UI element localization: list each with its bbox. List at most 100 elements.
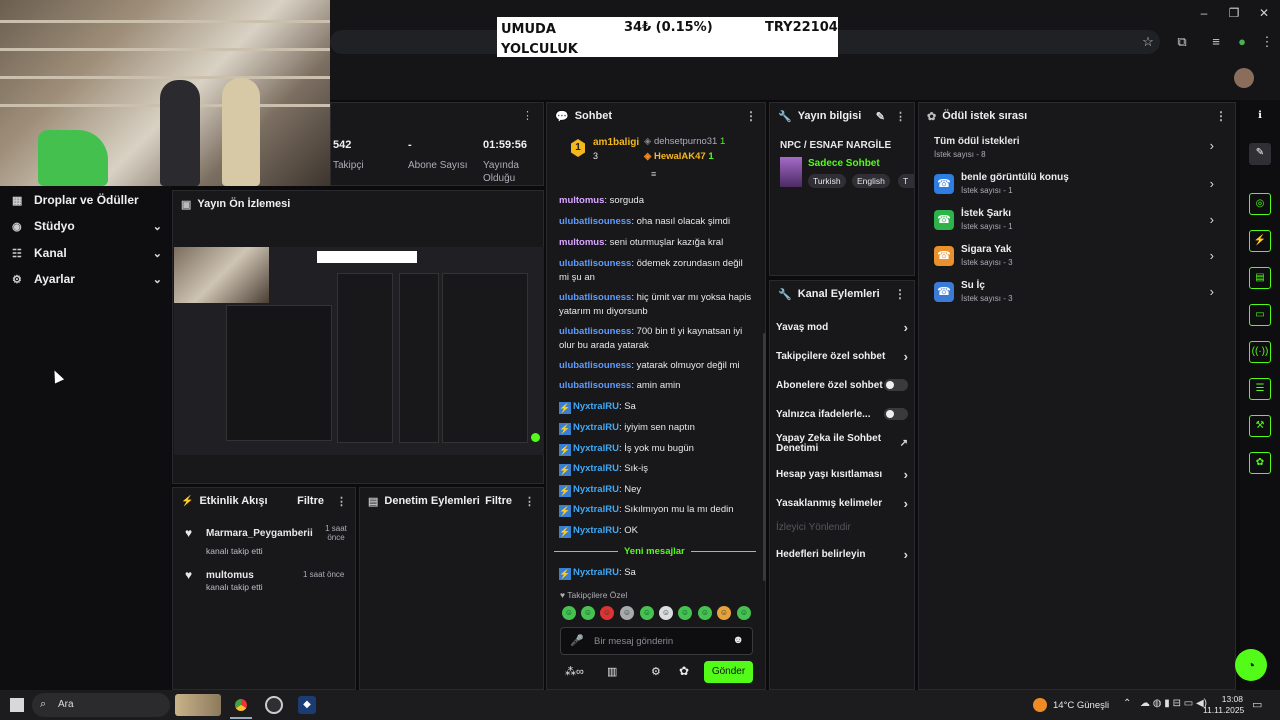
pencil-icon[interactable]: ✎ (1249, 143, 1271, 165)
avatar[interactable] (1234, 68, 1254, 88)
clock[interactable]: 13:08 11.11.2025 (1203, 694, 1244, 716)
emote-icon[interactable]: ☺ (600, 606, 614, 620)
chat-user[interactable]: NyxtralRU (573, 443, 619, 454)
chat-user[interactable]: NyxtralRU (573, 484, 619, 495)
chat-user[interactable]: ulubatlisouness (559, 326, 631, 337)
action-followers-only[interactable]: Takipçilere özel sohbet › (776, 349, 908, 364)
category-thumbnail[interactable] (780, 157, 802, 187)
action-ai-moderation[interactable]: Yapay Zeka ile Sohbet Denetimi ↗ (776, 434, 908, 454)
send-button[interactable]: Gönder (704, 661, 753, 683)
emote-icon[interactable]: ☺ (737, 606, 751, 620)
chat-user[interactable]: NyxtralRU (573, 525, 619, 536)
chat-user[interactable]: multomus (559, 195, 604, 206)
chat-input[interactable]: 🎤 Bir mesaj gönderin ☻ (560, 627, 753, 655)
action-goals[interactable]: Hedefleri belirleyin › (776, 547, 908, 562)
action-account-age[interactable]: Hesap yaşı kısıtlaması › (776, 467, 908, 482)
minimize-icon[interactable]: – (1196, 6, 1212, 20)
menu-icon[interactable]: ⋮ (1258, 34, 1276, 50)
action-banned-words[interactable]: Yasaklanmış kelimeler › (776, 496, 908, 511)
emote-icon[interactable]: ☺ (562, 606, 576, 620)
more-icon[interactable]: ⋮ (336, 495, 347, 508)
more-icon[interactable]: ⋮ (1215, 109, 1227, 123)
sidebar-item-channel[interactable]: ☷ Kanal ⌄ (12, 243, 162, 263)
profile-icon[interactable]: ● (1233, 34, 1251, 50)
focus-icon[interactable]: ◎ (1249, 193, 1271, 215)
preview-video[interactable] (174, 247, 544, 455)
more-icon[interactable]: ⋮ (524, 495, 535, 508)
tray-chevron-icon[interactable]: ⌃ (1123, 698, 1131, 709)
puzzle-icon[interactable]: ✿ (679, 664, 689, 678)
leader-3[interactable]: ◈ HewalAK47 1 (644, 151, 714, 162)
category-link[interactable]: Sadece Sohbet (808, 158, 880, 169)
toggle-switch[interactable] (884, 408, 908, 420)
chat-user[interactable]: NyxtralRU (573, 422, 619, 433)
chat-scrollbar[interactable] (763, 333, 766, 581)
leader-2[interactable]: ◈ dehsetpurno31 1 (644, 136, 725, 147)
chat-user[interactable]: NyxtralRU (573, 567, 619, 578)
chat-icon[interactable]: ▭ (1249, 304, 1271, 326)
taskbar-search[interactable]: ⌕ Ara (32, 693, 170, 717)
emote-icon[interactable]: ☺ (581, 606, 595, 620)
doc-icon[interactable]: ▤ (1249, 267, 1271, 289)
action-emotes-only[interactable]: Yalnızca ifadelerle... (776, 408, 908, 420)
leader-name[interactable]: am1baligi (593, 137, 639, 148)
more-icon[interactable]: ⋮ (895, 110, 906, 123)
reward-item[interactable]: ☎ Sigara Yak İstek sayısı - 3 › (934, 244, 1220, 272)
chat-user[interactable]: ulubatlisouness (559, 292, 631, 303)
sidebar-item-drops[interactable]: ▦ Droplar ve Ödüller (12, 190, 162, 210)
puzzle-icon[interactable]: ✿ (1249, 452, 1271, 474)
sidebar-item-studio[interactable]: ◉ Stüdyo ⌄ (12, 216, 162, 236)
chat-user[interactable]: NyxtralRU (573, 463, 619, 474)
more-icon[interactable]: ⋮ (894, 287, 906, 301)
edit-icon[interactable]: ✎ (876, 110, 885, 123)
extensions-icon[interactable]: ⧉ (1173, 34, 1191, 50)
media-icon[interactable]: ≡ (1207, 34, 1225, 50)
emote-icon[interactable]: ☺ (659, 606, 673, 620)
notification-icon[interactable]: ▭ (1252, 698, 1262, 711)
emoji-icon[interactable]: ☻ (732, 634, 744, 646)
microphone-icon[interactable]: 🎤 (570, 634, 584, 647)
star-icon[interactable]: ☆ (1139, 34, 1157, 50)
chat-user[interactable]: ulubatlisouness (559, 360, 631, 371)
filter-button[interactable]: Filtre (485, 495, 512, 507)
windows-start-icon[interactable] (10, 698, 24, 712)
event-user[interactable]: Marmara_Peygamberii (206, 528, 313, 539)
store-icon[interactable]: ▥ (607, 665, 617, 678)
obs-icon[interactable] (265, 696, 283, 714)
chat-user[interactable]: multomus (559, 237, 604, 248)
toggle-switch[interactable] (884, 379, 908, 391)
weather-text[interactable]: 14°C Güneşli (1053, 700, 1109, 711)
chat-user[interactable]: NyxtralRU (573, 504, 619, 515)
filter-button[interactable]: Filtre (297, 495, 324, 507)
reward-item[interactable]: ☎ Su İç İstek sayısı - 3 › (934, 280, 1220, 308)
chat-user[interactable]: NyxtralRU (573, 401, 619, 412)
list-icon[interactable]: ☰ (1249, 378, 1271, 400)
tag-chip[interactable]: T (898, 174, 914, 188)
emote-icon[interactable]: ☺ (620, 606, 634, 620)
action-subscribers-only[interactable]: Abonelere özel sohbet (776, 379, 908, 391)
steam-icon[interactable]: ◆ (298, 696, 316, 714)
broadcast-icon[interactable]: ((·)) (1249, 341, 1271, 363)
action-slow-mode[interactable]: Yavaş mod › (776, 320, 908, 335)
reward-all[interactable]: Tüm ödül istekleri İstek sayısı - 8 › (934, 136, 1220, 164)
chat-user[interactable]: ulubatlisouness (559, 258, 631, 269)
gear-icon[interactable]: ⚙ (651, 665, 661, 678)
search-highlight-image[interactable] (175, 694, 221, 716)
bolt-icon[interactable]: ⚡ (1249, 230, 1271, 252)
event-user[interactable]: multomus (206, 570, 254, 581)
reward-item[interactable]: ☎ İstek Şarkı İstek sayısı - 1 › (934, 208, 1220, 236)
support-icon[interactable]: ◔ (1235, 649, 1267, 681)
emote-icon[interactable]: ☺ (640, 606, 654, 620)
chrome-icon[interactable] (232, 696, 250, 714)
more-icon[interactable]: ⋮ (745, 109, 757, 123)
chat-user[interactable]: ulubatlisouness (559, 216, 631, 227)
chat-tools-icon[interactable]: ⁂∞ (565, 665, 584, 678)
emote-icon[interactable]: ☺ (678, 606, 692, 620)
close-icon[interactable]: ✕ (1256, 6, 1272, 20)
pin-toggle-icon[interactable]: ≡ (651, 169, 656, 179)
maximize-icon[interactable]: ❐ (1226, 6, 1242, 20)
tray-icons[interactable]: ☁ ◍ ▮ ⊟ ▭ ◀) (1140, 698, 1207, 709)
info-icon[interactable]: ℹ (1249, 106, 1271, 128)
more-icon[interactable]: ⋮ (522, 109, 533, 122)
emote-icon[interactable]: ☺ (698, 606, 712, 620)
